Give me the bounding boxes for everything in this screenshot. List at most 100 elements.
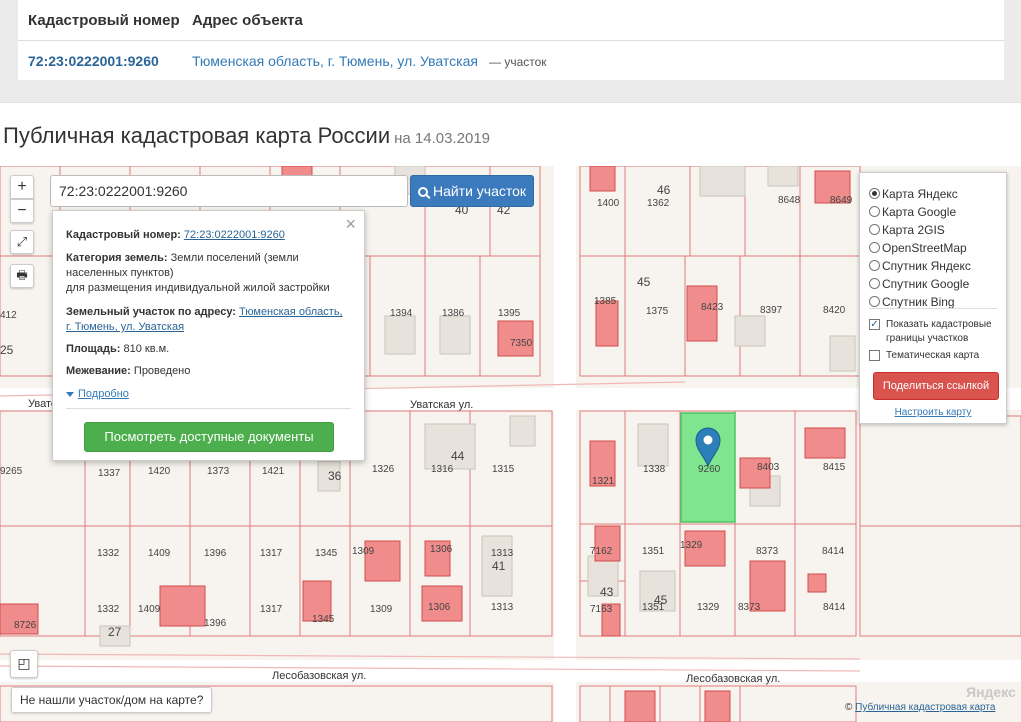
checkbox-icon[interactable]: ✓	[869, 319, 880, 330]
layer-option[interactable]: Карта 2GIS	[869, 222, 945, 238]
zoom-out-button[interactable]: −	[10, 199, 34, 223]
address-link[interactable]: Тюменская область, г. Тюмень, ул. Уватск…	[192, 53, 478, 69]
print-icon[interactable]: 🖶	[10, 264, 34, 288]
svg-text:8420: 8420	[823, 305, 846, 316]
layer-option[interactable]: Карта Яндекс	[869, 186, 958, 202]
road-vertical	[554, 166, 576, 722]
thematic-map-label: Тематическая карта	[886, 350, 980, 361]
popup-address-link-2[interactable]: г. Тюмень, ул. Уватская	[66, 321, 184, 333]
layer-option-label: Спутник Google	[882, 277, 970, 291]
svg-text:1409: 1409	[148, 548, 171, 559]
svg-text:1362: 1362	[647, 198, 670, 209]
view-documents-button[interactable]: Посмотреть доступные документы	[84, 422, 334, 452]
popup-survey-value: Проведено	[133, 365, 191, 377]
show-borders-checkbox[interactable]: ✓ Показать кадастровые границы участков	[869, 318, 1002, 346]
cadastral-number-link[interactable]: 72:23:0222001:9260	[28, 53, 159, 69]
street-label-lesobazovskaya: Лесобазовская ул.	[272, 670, 366, 682]
popup-divider	[66, 408, 351, 409]
svg-text:1329: 1329	[697, 602, 720, 613]
show-borders-label: Показать кадастровые границы участков	[886, 318, 992, 346]
copyright-icon: ©	[845, 702, 856, 713]
layer-option[interactable]: OpenStreetMap	[869, 240, 967, 256]
svg-text:1394: 1394	[390, 308, 413, 319]
layer-option[interactable]: Карта Google	[869, 204, 956, 220]
popup-number-row: Кадастровый номер: 72:23:0222001:9260	[66, 228, 350, 243]
svg-text:1338: 1338	[643, 464, 666, 475]
table-divider	[18, 40, 1004, 41]
ruler-icon[interactable]: ◰	[10, 650, 38, 678]
svg-text:412: 412	[0, 310, 17, 321]
radio-icon[interactable]	[869, 296, 880, 307]
svg-text:1332: 1332	[97, 604, 120, 615]
layer-option-label: Карта Яндекс	[882, 187, 958, 201]
svg-text:1409: 1409	[138, 604, 161, 615]
zoom-in-button[interactable]: +	[10, 175, 34, 199]
show-borders-line2: границы участков	[886, 333, 969, 344]
svg-text:1400: 1400	[597, 198, 620, 209]
svg-text:7162: 7162	[590, 546, 613, 557]
svg-text:1306: 1306	[428, 602, 451, 613]
page-title: Публичная кадастровая карта России на 14.…	[3, 123, 490, 149]
not-found-button[interactable]: Не нашли участок/дом на карте?	[11, 687, 213, 713]
svg-text:36: 36	[328, 469, 342, 483]
cadastral-map[interactable]: Уватская ул. Уватская ул. Лесобазовская …	[0, 166, 1021, 722]
popup-address-link-1[interactable]: Тюменская область,	[239, 306, 343, 318]
svg-text:43: 43	[600, 585, 614, 599]
column-header-address: Адрес объекта	[192, 12, 303, 29]
svg-text:8397: 8397	[760, 305, 783, 316]
search-input[interactable]	[50, 175, 408, 207]
radio-icon[interactable]	[869, 188, 880, 199]
popup-category-line2: населенных пунктов)	[66, 267, 174, 279]
layer-option-label: Спутник Bing	[882, 295, 955, 309]
show-borders-line1: Показать кадастровые	[886, 319, 992, 330]
street-label-uvatskaya: Уватская ул.	[410, 399, 473, 411]
attribution-link[interactable]: Публичная кадастровая карта	[855, 702, 995, 713]
svg-text:27: 27	[108, 625, 122, 639]
svg-text:45: 45	[654, 593, 668, 607]
svg-text:1332: 1332	[97, 548, 120, 559]
svg-text:1313: 1313	[491, 548, 514, 559]
svg-text:1309: 1309	[370, 604, 393, 615]
configure-map-link[interactable]: Настроить карту	[860, 407, 1006, 418]
svg-text:1421: 1421	[262, 466, 285, 477]
popup-category-line3: для размещения индивидуальной жилой заст…	[66, 282, 330, 294]
svg-text:1317: 1317	[260, 548, 283, 559]
radio-icon[interactable]	[869, 242, 880, 253]
caret-down-icon	[66, 392, 74, 397]
radio-icon[interactable]	[869, 278, 880, 289]
svg-text:1313: 1313	[491, 602, 514, 613]
popup-category-row: Категория земель: Земли поселений (земли…	[66, 251, 350, 296]
find-parcel-label: Найти участок	[432, 183, 527, 199]
details-link[interactable]: Подробно	[66, 388, 129, 400]
popup-number-link[interactable]: 72:23:0222001:9260	[184, 229, 285, 241]
svg-text:8648: 8648	[778, 195, 801, 206]
layer-option[interactable]: Спутник Google	[869, 276, 969, 292]
details-label: Подробно	[78, 388, 129, 400]
svg-text:41: 41	[492, 559, 506, 573]
share-link-button[interactable]: Поделиться ссылкой	[873, 372, 999, 400]
svg-text:1337: 1337	[98, 468, 121, 479]
radio-icon[interactable]	[869, 260, 880, 271]
svg-text:25: 25	[0, 343, 14, 357]
layer-option-label: Спутник Яндекс	[882, 259, 971, 273]
popup-category-label: Категория земель:	[66, 252, 168, 264]
radio-icon[interactable]	[869, 224, 880, 235]
popup-survey-row: Межевание: Проведено	[66, 364, 350, 379]
layer-option-label: OpenStreetMap	[882, 241, 967, 255]
map-attribution: © Публичная кадастровая карта	[845, 702, 995, 713]
checkbox-icon[interactable]	[869, 350, 880, 361]
svg-text:9265: 9265	[0, 466, 23, 477]
svg-text:8414: 8414	[823, 602, 846, 613]
svg-text:1386: 1386	[442, 308, 465, 319]
svg-text:1326: 1326	[372, 464, 395, 475]
find-parcel-button[interactable]: Найти участок	[410, 175, 534, 207]
thematic-map-checkbox[interactable]: Тематическая карта	[869, 349, 1002, 365]
svg-text:8726: 8726	[14, 620, 37, 631]
layer-option[interactable]: Спутник Яндекс	[869, 258, 971, 274]
svg-text:1375: 1375	[646, 306, 669, 317]
popup-area-label: Площадь:	[66, 343, 121, 355]
svg-text:9260: 9260	[698, 464, 721, 475]
radio-icon[interactable]	[869, 206, 880, 217]
search-icon	[417, 187, 428, 197]
fullscreen-icon[interactable]: ⤢	[10, 230, 34, 254]
